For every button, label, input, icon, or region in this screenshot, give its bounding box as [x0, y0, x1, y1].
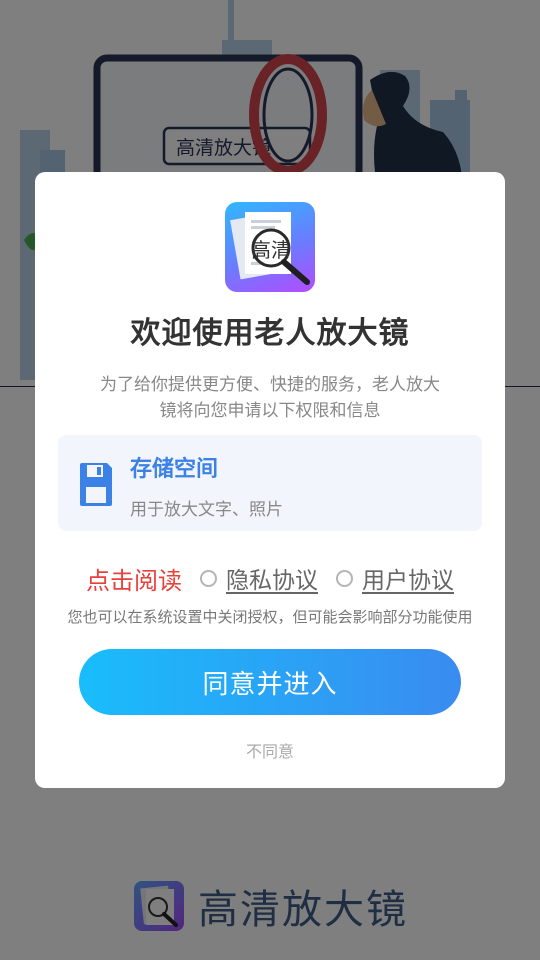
dialog-title: 欢迎使用老人放大镜: [130, 316, 410, 351]
user-agreement-option[interactable]: 用户协议: [336, 561, 454, 595]
permission-title: 存储空间: [130, 457, 219, 482]
app-icon-text: 高清: [251, 238, 291, 262]
privacy-radio[interactable]: [200, 569, 217, 587]
read-label: 点击阅读: [86, 566, 182, 595]
floppy-disk-icon: [80, 463, 112, 506]
privacy-agreement-link[interactable]: 隐私协议: [226, 561, 318, 595]
user-agreement-link[interactable]: 用户协议: [362, 561, 454, 595]
user-agreement-radio[interactable]: [336, 569, 353, 587]
dialog-subtitle: 为了给你提供更方便、快捷的服务，老人放大镜将向您申请以下权限和信息: [100, 375, 440, 421]
privacy-agreement-option[interactable]: 隐私协议: [200, 561, 318, 595]
agreement-row: 点击阅读 隐私协议 用户协议: [35, 560, 505, 596]
agree-and-enter-button[interactable]: 同意并进入: [79, 649, 461, 715]
permission-item-storage: 存储空间 用于放大文字、照片: [58, 435, 482, 531]
permission-note: 您也可以在系统设置中关闭授权，但可能会影响部分功能使用: [67, 608, 473, 626]
magnifier-document-icon: 高清: [230, 212, 310, 285]
permission-description: 用于放大文字、照片: [130, 500, 283, 520]
disagree-button[interactable]: 不同意: [35, 738, 505, 762]
app-icon: 高清: [225, 202, 315, 292]
permission-dialog: 高清 欢迎使用老人放大镜 为了给你提供更方便、快捷的服务，老人放大镜将向您申请以…: [35, 172, 505, 788]
